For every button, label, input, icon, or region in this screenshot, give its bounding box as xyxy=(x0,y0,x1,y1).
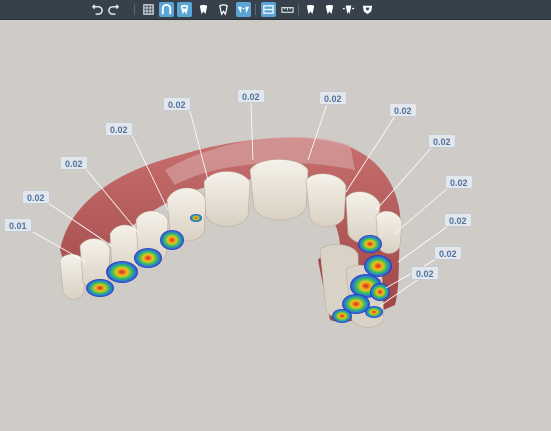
measurement-tag: 0.02 xyxy=(428,134,456,148)
teeth-spacing-button[interactable] xyxy=(236,2,251,17)
tooth-attachment-icon xyxy=(180,4,189,15)
ruler-icon xyxy=(281,7,294,13)
undo-icon xyxy=(91,4,103,15)
measurement-tag: 0.02 xyxy=(389,103,417,117)
measurement-tag: 0.02 xyxy=(445,175,473,189)
toolbar-divider xyxy=(134,4,135,15)
3d-viewport[interactable]: 0.01 0.02 0.02 0.02 0.02 0.02 0.02 0.02 … xyxy=(0,20,551,431)
measurement-tag: 0.02 xyxy=(237,89,265,103)
toolbar-divider xyxy=(255,4,256,15)
occlusal-plane-icon xyxy=(263,5,274,14)
tooth-left-button[interactable] xyxy=(303,2,318,17)
undo-button[interactable] xyxy=(90,2,105,17)
top-toolbar xyxy=(0,0,551,20)
measurement-tag: 0.02 xyxy=(411,266,439,280)
tooth-attachment-button[interactable] xyxy=(177,2,192,17)
occlusal-plane-button[interactable] xyxy=(261,2,276,17)
tooth-shield-button[interactable] xyxy=(360,2,375,17)
measurement-tag: 0.02 xyxy=(163,97,191,111)
tooth-left-icon xyxy=(306,4,315,15)
measurement-tag: 0.02 xyxy=(22,190,50,204)
tooth-right-button[interactable] xyxy=(322,2,337,17)
tooth-view-button[interactable] xyxy=(196,2,211,17)
measurement-tag: 0.02 xyxy=(60,156,88,170)
measurement-tag: 0.02 xyxy=(105,122,133,136)
arch-view-button[interactable] xyxy=(159,2,174,17)
single-tooth-icon xyxy=(219,4,228,16)
tooth-icon xyxy=(199,4,208,15)
tooth-right-icon xyxy=(325,4,334,15)
measurement-tag: 0.01 xyxy=(4,218,32,232)
single-tooth-button[interactable] xyxy=(216,2,231,17)
tooth-shield-icon xyxy=(362,5,373,15)
measurement-tag: 0.02 xyxy=(444,213,472,227)
ruler-button[interactable] xyxy=(280,2,295,17)
tooth-expand-icon xyxy=(342,5,355,15)
toolbar-divider xyxy=(298,4,299,15)
arch-icon xyxy=(161,3,172,15)
measurement-tag: 0.02 xyxy=(434,246,462,260)
measurement-tag: 0.02 xyxy=(319,91,347,105)
teeth-spacing-icon xyxy=(237,6,250,14)
redo-icon xyxy=(108,4,120,15)
grid-icon xyxy=(143,4,154,15)
redo-button[interactable] xyxy=(106,2,121,17)
grid-toggle-button[interactable] xyxy=(141,2,156,17)
tooth-expand-button[interactable] xyxy=(341,2,356,17)
